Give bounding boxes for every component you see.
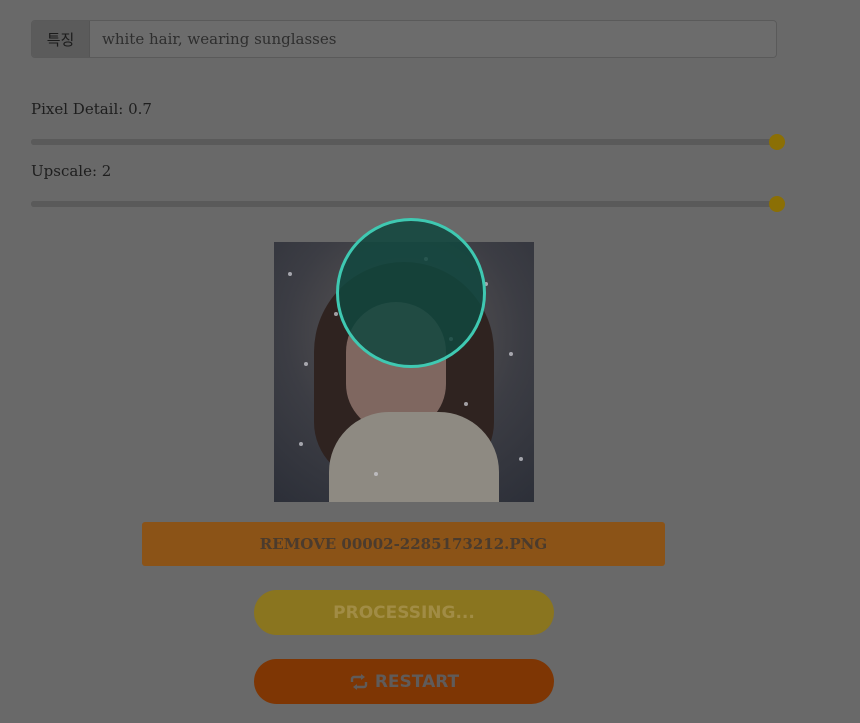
upscale-label: Upscale: 2 bbox=[31, 162, 112, 180]
feature-input[interactable] bbox=[90, 21, 776, 57]
snowflake bbox=[509, 352, 513, 356]
feature-input-group: 특징 bbox=[31, 20, 777, 58]
feature-input-addon: 특징 bbox=[32, 21, 90, 57]
pixel-detail-label: Pixel Detail: 0.7 bbox=[31, 100, 152, 118]
processing-button: PROCESSING... bbox=[254, 590, 554, 635]
remove-image-button[interactable]: REMOVE 00002-2285173212.PNG bbox=[142, 522, 665, 566]
pixel-detail-slider[interactable] bbox=[31, 134, 785, 150]
snowflake bbox=[288, 272, 292, 276]
restart-button[interactable]: RESTART bbox=[254, 659, 554, 704]
snowflake bbox=[334, 312, 338, 316]
snowflake bbox=[374, 472, 378, 476]
snowflake bbox=[299, 442, 303, 446]
snowflake bbox=[519, 457, 523, 461]
pixel-detail-slider-fill bbox=[31, 139, 777, 145]
snowflake bbox=[304, 362, 308, 366]
snowflake bbox=[464, 402, 468, 406]
portrait-sweater bbox=[329, 412, 499, 502]
upscale-slider[interactable] bbox=[31, 196, 785, 212]
repeat-icon bbox=[349, 673, 369, 690]
upscale-slider-fill bbox=[31, 201, 777, 207]
upscale-slider-thumb[interactable] bbox=[769, 196, 785, 212]
restart-label: RESTART bbox=[374, 671, 460, 692]
pixel-detail-slider-thumb[interactable] bbox=[769, 134, 785, 150]
loading-spinner-circle bbox=[336, 218, 486, 368]
